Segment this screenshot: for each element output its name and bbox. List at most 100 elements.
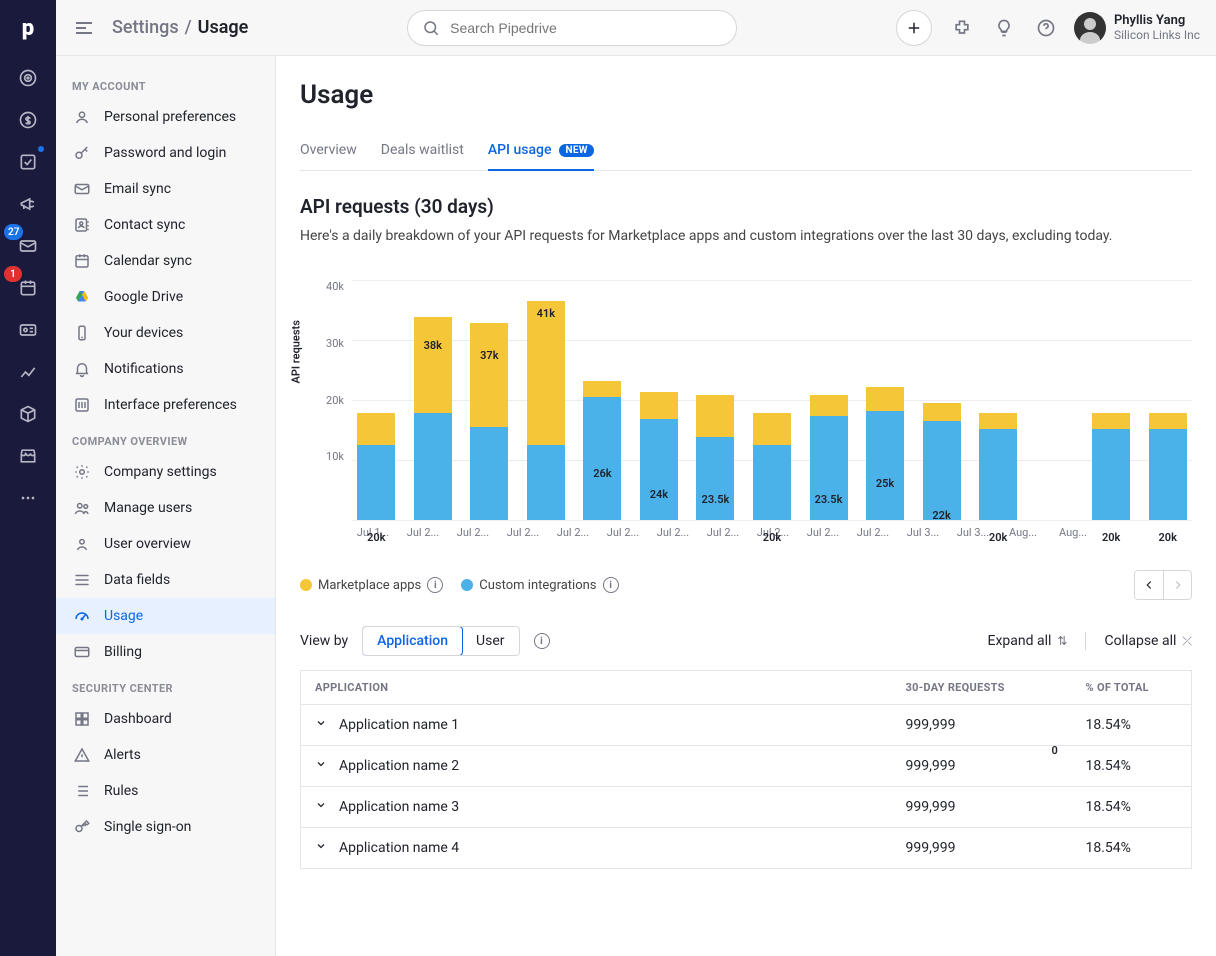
viewby-application[interactable]: Application [362, 626, 463, 656]
sidebar-item-label: Dashboard [104, 711, 172, 727]
sidebar-item-label: User overview [104, 536, 191, 552]
x-tick-label: Jul 2... [602, 526, 644, 539]
info-icon[interactable]: i [534, 633, 550, 649]
x-tick-label: Jul 2... [802, 526, 844, 539]
sidebar-item-email-sync[interactable]: Email sync [56, 171, 275, 207]
sidebar-item-password-and-login[interactable]: Password and login [56, 135, 275, 171]
rail-calendar[interactable]: 1 [8, 268, 48, 308]
bar-column[interactable]: 26k [578, 381, 627, 520]
requests-cell: 999,999 [892, 787, 1072, 828]
bar-column[interactable]: 20k [352, 413, 401, 520]
viewby-user[interactable]: User [462, 627, 518, 655]
bar-segment-marketplace [357, 413, 395, 445]
sidebar-item-label: Notifications [104, 361, 184, 377]
sidebar-item-notifications[interactable]: Notifications [56, 351, 275, 387]
bar-column[interactable]: 20k [1143, 413, 1192, 520]
sidebar-item-label: Your devices [104, 325, 183, 341]
rail-marketplace[interactable] [8, 436, 48, 476]
info-icon[interactable]: i [603, 577, 619, 593]
sidebar-item-google-drive[interactable]: Google Drive [56, 279, 275, 315]
chevron-down-icon[interactable] [315, 799, 331, 811]
x-tick-label: Jul 2... [552, 526, 594, 539]
rail-deals[interactable] [8, 100, 48, 140]
user-menu[interactable]: Phyllis Yang Silicon Links Inc [1074, 12, 1200, 44]
bar-column[interactable]: 20k [974, 413, 1023, 520]
add-button[interactable] [896, 10, 932, 46]
chevron-down-icon[interactable] [315, 840, 331, 852]
tab-deals-waitlist[interactable]: Deals waitlist [381, 134, 464, 170]
sidebar-item-dashboard[interactable]: Dashboard [56, 701, 275, 737]
bar-segment-custom [866, 411, 904, 520]
sidebar-item-personal-preferences[interactable]: Personal preferences [56, 99, 275, 135]
table-row[interactable]: Application name 3999,99918.54% [301, 787, 1192, 828]
sidebar-item-single-sign-on[interactable]: Single sign-on [56, 809, 275, 845]
sidebar-item-your-devices[interactable]: Your devices [56, 315, 275, 351]
rail-products[interactable] [8, 394, 48, 434]
bar-column[interactable]: 41k [522, 301, 571, 520]
sidebar-item-data-fields[interactable]: Data fields [56, 562, 275, 598]
x-tick-label: Jul 2... [852, 526, 894, 539]
sidebar-item-usage[interactable]: Usage [56, 598, 275, 634]
table-row[interactable]: Application name 4999,99918.54% [301, 828, 1192, 869]
tab-api-usage[interactable]: API usageNEW [488, 134, 594, 170]
legend-item: Custom integrationsi [461, 577, 618, 593]
breadcrumb: Settings / Usage [112, 17, 248, 38]
app-logo[interactable]: p [8, 8, 48, 48]
pager-next[interactable] [1163, 571, 1191, 599]
topbar: Settings / Usage Phylli [56, 0, 1216, 56]
y-tick: 40k [326, 280, 344, 293]
gdrive-icon [72, 287, 92, 307]
search-input[interactable] [450, 20, 722, 36]
sidebar-item-company-settings[interactable]: Company settings [56, 454, 275, 490]
sidebar-item-calendar-sync[interactable]: Calendar sync [56, 243, 275, 279]
table-row[interactable]: Application name 1999,99918.54% [301, 705, 1192, 746]
chevron-down-icon[interactable] [315, 717, 331, 729]
bar-column[interactable]: 20k [748, 413, 797, 520]
bar-column[interactable]: 22k [917, 403, 966, 520]
rail-target[interactable] [8, 58, 48, 98]
breadcrumb-root[interactable]: Settings [112, 17, 179, 38]
help-icon[interactable] [1032, 14, 1060, 42]
bar-column[interactable]: 25k [861, 387, 910, 520]
menu-toggle-icon[interactable] [72, 16, 96, 40]
bar-column[interactable]: 38k [409, 317, 458, 520]
collapse-all-button[interactable]: Collapse all ⤫ [1104, 633, 1192, 649]
bar-segment-marketplace [470, 323, 508, 427]
chevron-down-icon[interactable] [315, 758, 331, 770]
rail-contacts[interactable] [8, 310, 48, 350]
sidebar-item-alerts[interactable]: Alerts [56, 737, 275, 773]
sidebar-item-contact-sync[interactable]: Contact sync [56, 207, 275, 243]
percent-cell: 18.54% [1072, 787, 1192, 828]
user-icon [72, 107, 92, 127]
extensions-icon[interactable] [948, 14, 976, 42]
x-tick-label: Jul 2... [402, 526, 444, 539]
table-row[interactable]: Application name 2999,99918.54% [301, 746, 1192, 787]
search-input-wrap[interactable] [407, 10, 737, 46]
sidebar-item-manage-users[interactable]: Manage users [56, 490, 275, 526]
rail-inbox[interactable]: 27 [8, 226, 48, 266]
bar-column[interactable]: 23.5k [691, 395, 740, 520]
percent-cell: 18.54% [1072, 746, 1192, 787]
rail-more[interactable] [8, 478, 48, 518]
bar-column[interactable]: 24k [635, 392, 684, 520]
bar-segment-custom [753, 445, 791, 520]
tab-overview[interactable]: Overview [300, 134, 357, 170]
expand-all-button[interactable]: Expand all ⇅ [987, 633, 1067, 649]
rail-activities[interactable] [8, 142, 48, 182]
y-tick: 30k [326, 337, 344, 350]
bar-segment-custom [414, 413, 452, 520]
sidebar-item-rules[interactable]: Rules [56, 773, 275, 809]
bar-segment-marketplace [866, 387, 904, 411]
sidebar-item-billing[interactable]: Billing [56, 634, 275, 670]
info-icon[interactable]: i [427, 577, 443, 593]
bar-column[interactable]: 37k [465, 323, 514, 520]
sidebar-item-label: Contact sync [104, 217, 185, 233]
rail-insights[interactable] [8, 352, 48, 392]
rail-campaigns[interactable] [8, 184, 48, 224]
pager-prev[interactable] [1135, 571, 1163, 599]
tips-icon[interactable] [990, 14, 1018, 42]
sidebar-item-interface-preferences[interactable]: Interface preferences [56, 387, 275, 423]
sidebar-item-user-overview[interactable]: User overview [56, 526, 275, 562]
bar-column[interactable]: 23.5k [804, 395, 853, 520]
bar-column[interactable]: 20k [1087, 413, 1136, 520]
